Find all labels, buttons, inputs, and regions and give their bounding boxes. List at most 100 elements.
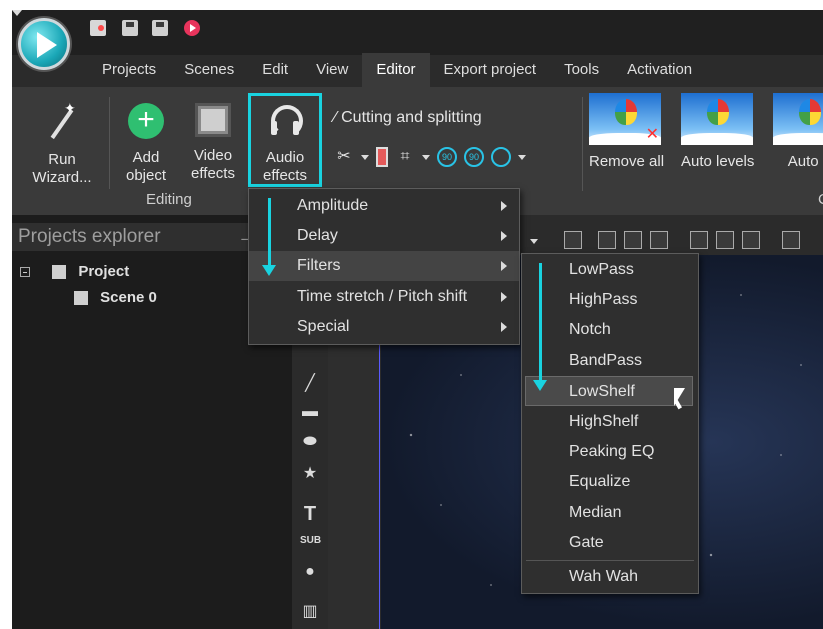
fit-frame-icon[interactable]	[564, 231, 582, 249]
align-top-icon[interactable]	[690, 231, 708, 249]
speed-icon[interactable]	[491, 147, 511, 167]
quick-access-dropdown-icon[interactable]	[12, 10, 22, 16]
chevron-down-icon[interactable]	[361, 154, 369, 160]
menu-item-wah-wah[interactable]: Wah Wah	[522, 562, 698, 592]
menu-item-special[interactable]: Special	[249, 312, 519, 342]
remove-all-button[interactable]: ✕ Remove all	[589, 93, 665, 170]
crop-icon[interactable]: ⌗	[395, 147, 415, 167]
trim-film-icon[interactable]	[376, 147, 388, 167]
balloon-levels-icon	[681, 93, 753, 145]
align-center-icon[interactable]	[624, 231, 642, 249]
chevron-down-icon[interactable]	[422, 154, 430, 160]
add-object-label-1: Add	[132, 149, 160, 166]
new-project-icon[interactable]	[90, 20, 106, 36]
video-effects-button[interactable]: Video effects	[178, 103, 248, 183]
amplitude-label: Amplitude	[297, 197, 369, 214]
tab-view[interactable]: View	[302, 53, 362, 87]
app-logo-icon[interactable]	[18, 18, 70, 70]
align-middle-icon[interactable]	[716, 231, 734, 249]
guide-arrow-icon	[533, 263, 547, 391]
save-as-icon[interactable]	[152, 20, 168, 36]
subtitle-tool-icon[interactable]: SUB	[300, 535, 321, 546]
star-tool-icon[interactable]: ★	[300, 463, 320, 483]
menu-item-highpass[interactable]: HighPass	[522, 285, 698, 315]
rotate-left-icon[interactable]: 90	[437, 147, 457, 167]
submenu-arrow-icon	[501, 292, 507, 302]
chevron-down-icon[interactable]	[518, 154, 526, 160]
menu-item-lowshelf[interactable]: LowShelf	[525, 376, 693, 406]
tab-export-project[interactable]: Export project	[430, 53, 551, 87]
speech-bubble-icon[interactable]: ●	[300, 563, 320, 581]
video-effects-label-2: effects	[191, 165, 235, 182]
submenu-arrow-icon	[501, 261, 507, 271]
menu-separator	[526, 560, 694, 561]
scene-label: Scene 0	[100, 289, 157, 306]
text-tool-icon[interactable]: T	[300, 503, 320, 526]
project-label: Project	[78, 263, 130, 280]
balloon-remove-icon: ✕	[589, 93, 661, 145]
mouse-cursor-icon	[674, 388, 685, 406]
submenu-arrow-icon	[501, 231, 507, 241]
menu-item-gate[interactable]: Gate	[522, 528, 698, 558]
chart-tool-icon[interactable]: ▥	[300, 601, 320, 621]
auto-contrast-button[interactable]: Auto c	[773, 93, 823, 170]
tab-edit[interactable]: Edit	[248, 53, 302, 87]
remove-all-label: Remove all	[589, 153, 665, 170]
menu-item-bandpass[interactable]: BandPass	[522, 346, 698, 376]
run-wizard-label-2: Wizard...	[32, 169, 92, 186]
panel-title: Projects explorer	[18, 226, 161, 247]
menu-item-delay[interactable]: Delay	[249, 221, 519, 251]
ribbon-divider	[582, 97, 583, 191]
edit-tool-row: ✂ ⌗ 90 90	[334, 147, 526, 167]
menu-item-peaking-eq[interactable]: Peaking EQ	[522, 437, 698, 467]
scissors-icon[interactable]: ✂	[334, 147, 354, 167]
ribbon-divider	[109, 97, 110, 189]
scene-icon	[74, 291, 88, 306]
menu-item-amplitude[interactable]: Amplitude	[249, 191, 519, 221]
export-play-icon[interactable]	[184, 20, 200, 36]
effect-presets: ✕ Remove all Auto levels Auto c	[589, 93, 823, 170]
align-bottom-icon[interactable]	[742, 231, 760, 249]
tab-tools[interactable]: Tools	[550, 53, 613, 87]
audio-effects-highlight	[248, 93, 322, 187]
title-bar	[12, 10, 823, 55]
run-wizard-button[interactable]: Run Wizard...	[24, 99, 100, 187]
line-tool-icon[interactable]: ╱	[300, 373, 320, 393]
tab-activation[interactable]: Activation	[613, 53, 706, 87]
tab-projects[interactable]: Projects	[88, 53, 170, 87]
balloon-contrast-icon	[773, 93, 823, 145]
menu-item-filters[interactable]: Filters	[249, 251, 519, 281]
special-label: Special	[297, 318, 350, 335]
add-object-label-2: object	[125, 167, 167, 184]
tree-item-project[interactable]: Project	[20, 263, 129, 280]
collapse-icon[interactable]	[20, 267, 30, 278]
knife-icon: ⁄	[334, 109, 337, 126]
tab-editor[interactable]: Editor	[362, 53, 430, 87]
tab-scenes[interactable]: Scenes	[170, 53, 248, 87]
ellipse-tool-icon[interactable]: ⬬	[300, 433, 320, 451]
rectangle-tool-icon[interactable]: ▬	[300, 403, 320, 421]
distribute-icon[interactable]	[782, 231, 800, 249]
delay-label: Delay	[297, 227, 338, 244]
chevron-down-icon[interactable]	[530, 239, 538, 244]
align-right-icon[interactable]	[650, 231, 668, 249]
add-circle-icon: +	[128, 103, 164, 139]
app-window: Projects Scenes Edit View Editor Export …	[12, 10, 823, 629]
menu-item-notch[interactable]: Notch	[522, 315, 698, 345]
menu-item-highshelf[interactable]: HighShelf	[522, 407, 698, 437]
align-left-icon[interactable]	[598, 231, 616, 249]
cutting-splitting-button[interactable]: ⁄ Cutting and splitting	[334, 109, 482, 127]
rotate-right-icon[interactable]: 90	[464, 147, 484, 167]
time-stretch-label: Time stretch / Pitch shift	[297, 288, 468, 305]
add-object-button[interactable]: + Add object	[112, 103, 180, 185]
menu-item-lowpass[interactable]: LowPass	[522, 255, 698, 285]
save-icon[interactable]	[122, 20, 138, 36]
auto-levels-button[interactable]: Auto levels	[681, 93, 755, 170]
tree-item-scene[interactable]: Scene 0	[74, 289, 157, 306]
menu-item-time-stretch[interactable]: Time stretch / Pitch shift	[249, 282, 519, 312]
auto-levels-label: Auto levels	[681, 153, 755, 170]
audio-effects-menu: Amplitude Delay Filters Time stretch / P…	[248, 188, 520, 345]
submenu-arrow-icon	[501, 322, 507, 332]
menu-item-median[interactable]: Median	[522, 498, 698, 528]
menu-item-equalize[interactable]: Equalize	[522, 467, 698, 497]
